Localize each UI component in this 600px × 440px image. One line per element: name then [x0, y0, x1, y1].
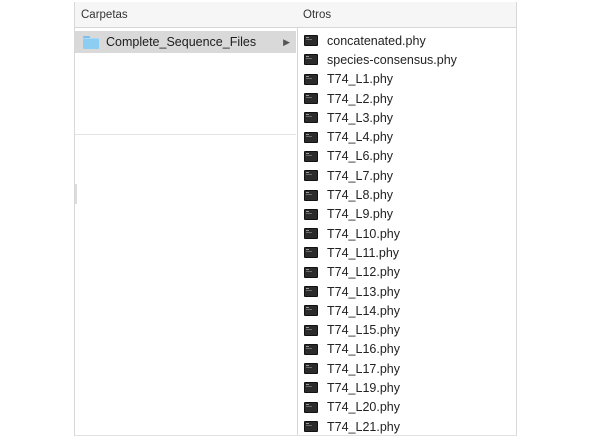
file-item-label: T74_L3.phy: [327, 110, 394, 125]
terminal-document-icon: [304, 131, 318, 143]
file-item[interactable]: T74_L11.phy: [297, 243, 516, 262]
terminal-document-icon: [304, 363, 318, 375]
terminal-document-icon: [304, 170, 318, 182]
file-item[interactable]: T74_L1.phy: [297, 70, 516, 89]
file-item-label: T74_L12.phy: [327, 265, 400, 280]
resize-handle[interactable]: [75, 184, 77, 204]
file-item-label: T74_L8.phy: [327, 188, 394, 203]
file-item[interactable]: T74_L17.phy: [297, 359, 516, 378]
terminal-document-icon: [304, 324, 318, 336]
terminal-document-icon: [304, 266, 318, 278]
file-item[interactable]: T74_L14.phy: [297, 301, 516, 320]
terminal-document-icon: [304, 150, 318, 162]
file-item-label: T74_L19.phy: [327, 380, 400, 395]
file-item[interactable]: concatenated.phy: [297, 31, 516, 50]
folders-column: Carpetas Complete_Sequence_Files ▶: [75, 2, 298, 435]
folder-icon: [83, 35, 99, 49]
terminal-document-icon: [304, 382, 318, 394]
terminal-document-icon: [304, 93, 318, 105]
file-item-label: T74_L21.phy: [327, 419, 400, 434]
files-column: Otros concatenated.phy species-consensus.…: [297, 2, 516, 435]
file-item[interactable]: T74_L20.phy: [297, 398, 516, 417]
column-browser: Carpetas Complete_Sequence_Files ▶ Otros…: [74, 2, 517, 436]
file-item[interactable]: T74_L2.phy: [297, 89, 516, 108]
file-item[interactable]: T74_L8.phy: [297, 185, 516, 204]
file-item-label: species-consensus.phy: [327, 52, 457, 67]
file-item[interactable]: T74_L3.phy: [297, 108, 516, 127]
file-list: concatenated.phy species-consensus.phy T74…: [297, 31, 516, 435]
divider: [75, 134, 296, 135]
file-item[interactable]: T74_L4.phy: [297, 127, 516, 146]
terminal-document-icon: [304, 343, 318, 355]
folder-item-complete-sequence-files[interactable]: Complete_Sequence_Files ▶: [75, 31, 296, 53]
terminal-document-icon: [304, 421, 318, 433]
terminal-document-icon: [304, 54, 318, 66]
terminal-document-icon: [304, 35, 318, 47]
terminal-document-icon: [304, 228, 318, 240]
file-item-label: T74_L7.phy: [327, 168, 394, 183]
chevron-right-icon: ▶: [283, 36, 290, 47]
file-item-label: T74_L20.phy: [327, 400, 400, 415]
file-item-label: T74_L13.phy: [327, 284, 400, 299]
file-item-label: T74_L9.phy: [327, 207, 394, 222]
terminal-document-icon: [304, 208, 318, 220]
file-item-label: T74_L17.phy: [327, 361, 400, 376]
file-item[interactable]: T74_L7.phy: [297, 166, 516, 185]
file-item-label: T74_L10.phy: [327, 226, 400, 241]
terminal-document-icon: [304, 286, 318, 297]
file-item-label: concatenated.phy: [327, 33, 426, 48]
file-item[interactable]: T74_L13.phy: [297, 282, 516, 301]
terminal-document-icon: [304, 247, 318, 259]
terminal-document-icon: [304, 189, 318, 201]
file-item-label: T74_L2.phy: [327, 91, 394, 106]
file-item[interactable]: T74_L16.phy: [297, 340, 516, 359]
folder-item-label: Complete_Sequence_Files: [106, 35, 257, 49]
file-item[interactable]: T74_L6.phy: [297, 147, 516, 166]
files-column-header[interactable]: Otros: [297, 2, 516, 28]
file-item[interactable]: T74_L21.phy: [297, 417, 516, 435]
file-item-label: T74_L14.phy: [327, 303, 400, 318]
file-item[interactable]: T74_L12.phy: [297, 263, 516, 282]
file-item-label: T74_L15.phy: [327, 323, 400, 338]
file-item[interactable]: T74_L19.phy: [297, 378, 516, 397]
file-item-label: T74_L1.phy: [327, 72, 394, 87]
file-item[interactable]: T74_L10.phy: [297, 224, 516, 243]
file-item-label: T74_L16.phy: [327, 342, 400, 357]
terminal-document-icon: [304, 401, 318, 413]
file-item-label: T74_L4.phy: [327, 130, 394, 145]
file-item-label: T74_L11.phy: [327, 245, 400, 260]
file-item[interactable]: T74_L9.phy: [297, 205, 516, 224]
folders-column-header[interactable]: Carpetas: [75, 2, 297, 28]
terminal-document-icon: [304, 112, 318, 124]
file-item[interactable]: T74_L15.phy: [297, 320, 516, 339]
file-item-label: T74_L6.phy: [327, 149, 394, 164]
file-item[interactable]: species-consensus.phy: [297, 50, 516, 69]
terminal-document-icon: [304, 73, 318, 85]
terminal-document-icon: [304, 305, 318, 317]
